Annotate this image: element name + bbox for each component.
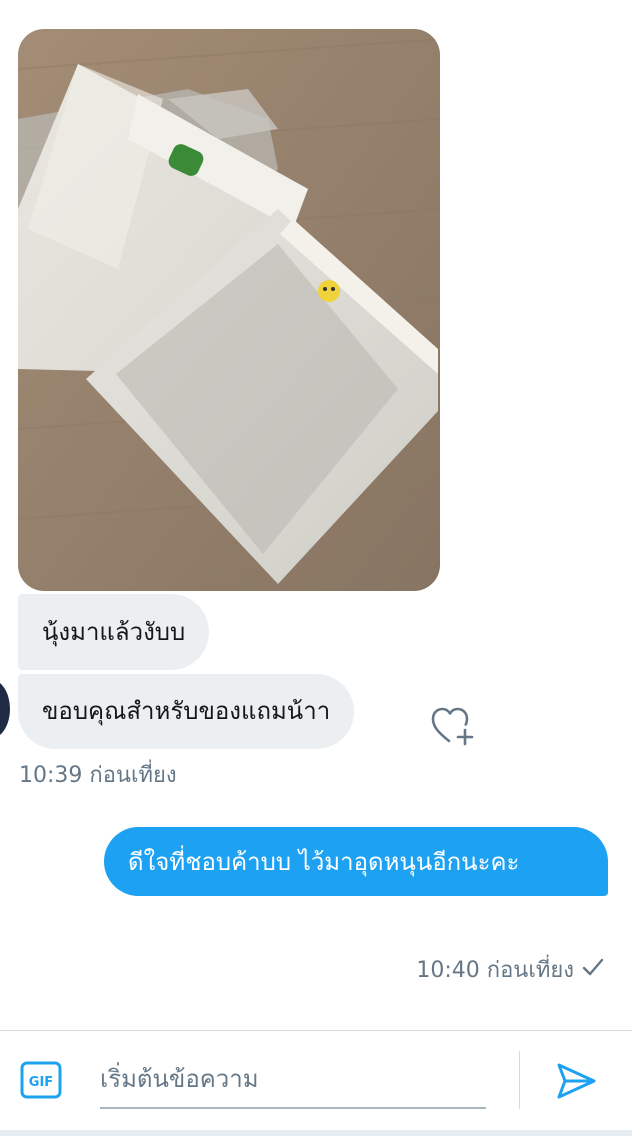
sent-timestamp: 10:40 ก่อนเที่ยง [416, 958, 574, 983]
composer-divider [519, 1051, 520, 1109]
received-message[interactable]: ขอบคุณสำหรับของแถมน้าา [18, 674, 355, 749]
check-icon [582, 958, 604, 976]
message-composer: GIF [0, 1030, 632, 1131]
received-timestamp: 10:39 ก่อนเที่ยง [19, 763, 177, 788]
message-photo[interactable] [18, 29, 440, 591]
gif-label: GIF [29, 1075, 53, 1090]
sent-message[interactable]: ดีใจที่ชอบค้าบบ ไว้มาอุดหนุนอีกนะคะ [104, 827, 608, 896]
avatar[interactable] [0, 679, 10, 739]
received-message[interactable]: นุ้งมาแล้วงับบ [18, 594, 210, 670]
gif-icon[interactable]: GIF [20, 1061, 62, 1099]
send-icon[interactable] [554, 1061, 598, 1101]
message-input[interactable] [100, 1057, 484, 1101]
bottom-strip [0, 1130, 632, 1136]
package-photo-image [18, 29, 440, 591]
message-input-wrapper [100, 1057, 486, 1109]
heart-plus-icon[interactable] [430, 704, 476, 746]
